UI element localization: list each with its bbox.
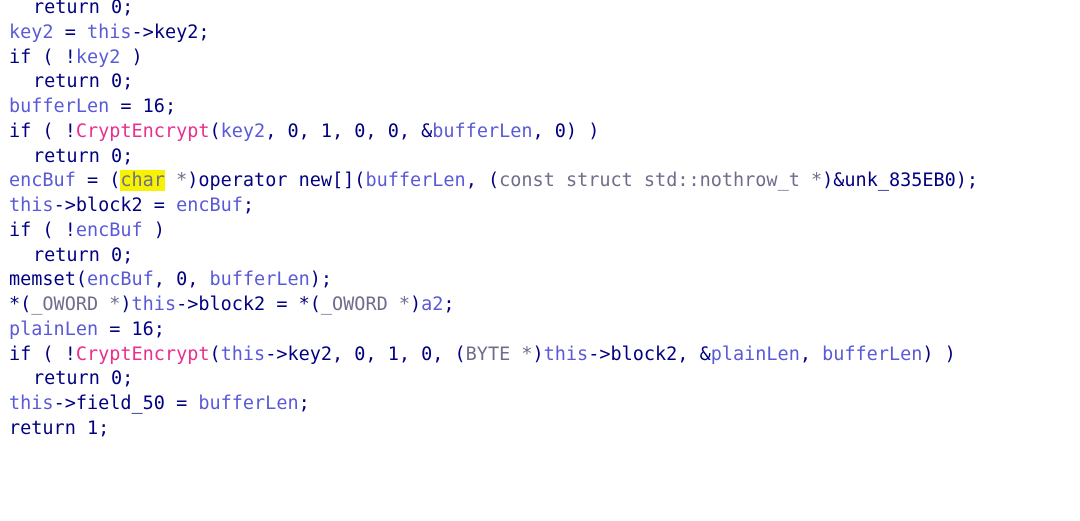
type-token[interactable]: const struct std::nothrow_t * <box>499 170 822 191</box>
code-token: )&unk_835EB0); <box>822 170 979 192</box>
code-line[interactable]: *(_OWORD *)this->block2 = *(_OWORD *)a2; <box>9 293 1075 318</box>
variable-token[interactable]: encBuf <box>76 220 143 241</box>
code-token: return 0; <box>33 145 134 167</box>
type-token[interactable]: _OWORD * <box>31 294 120 315</box>
code-token: = 16; <box>109 96 177 117</box>
code-token: *( <box>9 294 32 315</box>
code-token: , ( <box>465 170 500 192</box>
variable-token[interactable]: this <box>9 393 54 414</box>
variable-token[interactable]: a2 <box>421 294 443 315</box>
code-token: ; <box>242 195 255 216</box>
code-line[interactable]: return 0; <box>9 70 1075 95</box>
code-token: , 0, <box>153 269 210 291</box>
code-token: memset( <box>9 269 87 291</box>
variable-token[interactable]: encBuf <box>87 269 154 290</box>
code-token: ) ) <box>922 343 956 365</box>
variable-token[interactable]: bufferLen <box>822 344 922 365</box>
code-line[interactable]: if ( !encBuf ) <box>9 219 1075 244</box>
code-line[interactable]: return 0; <box>9 0 1075 21</box>
type-token[interactable]: BYTE * <box>466 344 533 365</box>
code-line[interactable]: this->field_50 = bufferLen; <box>9 392 1075 417</box>
code-token: , 0, 1, 0, 0, & <box>265 120 433 142</box>
code-line[interactable]: key2 = this->key2; <box>9 21 1075 46</box>
code-line[interactable]: return 0; <box>9 244 1075 269</box>
code-token: ) <box>120 46 143 68</box>
variable-token[interactable]: this <box>132 294 177 315</box>
code-token: if ( ! <box>9 219 76 241</box>
variable-token[interactable]: bufferLen <box>210 269 310 290</box>
code-token: ->key2; <box>131 21 210 43</box>
variable-token[interactable]: this <box>87 22 132 43</box>
code-token: ) <box>532 343 544 365</box>
code-token: ->block2 = <box>53 195 177 216</box>
code-token: )operator new[]( <box>187 170 366 192</box>
code-line[interactable]: if ( !key2 ) <box>9 46 1075 71</box>
code-token: ->block2, & <box>588 343 711 365</box>
code-token: ); <box>309 269 333 291</box>
code-line[interactable]: bufferLen = 16; <box>9 95 1075 120</box>
function-token[interactable]: CryptEncrypt <box>76 344 210 365</box>
variable-token[interactable]: bufferLen <box>365 170 465 191</box>
code-token: return 1; <box>9 417 110 439</box>
variable-token[interactable]: plainLen <box>711 344 800 365</box>
variable-token[interactable]: bufferLen <box>198 393 298 414</box>
code-token: = <box>53 21 87 43</box>
variable-token[interactable]: this <box>221 344 266 365</box>
type-token[interactable]: * <box>165 170 187 191</box>
variable-token[interactable]: key2 <box>221 121 266 142</box>
code-token: ; <box>298 393 310 414</box>
code-line[interactable]: return 0; <box>9 145 1075 170</box>
code-line[interactable]: this->block2 = encBuf; <box>9 194 1075 219</box>
code-token: ; <box>443 294 455 315</box>
code-line[interactable]: memset(encBuf, 0, bufferLen); <box>9 268 1075 293</box>
variable-token[interactable]: encBuf <box>9 170 76 191</box>
variable-token[interactable]: encBuf <box>176 195 243 216</box>
code-token: ( <box>209 343 221 365</box>
code-token: if ( ! <box>9 120 76 142</box>
code-token: ) <box>142 219 165 241</box>
highlighted-type-token[interactable]: char <box>120 170 165 192</box>
code-token: return 0; <box>33 71 134 93</box>
code-line[interactable]: if ( !CryptEncrypt(this->key2, 0, 1, 0, … <box>9 343 1075 368</box>
code-token: = 16; <box>98 318 165 340</box>
code-token: if ( ! <box>9 46 76 68</box>
variable-token[interactable]: plainLen <box>9 319 98 340</box>
code-token: return 0; <box>33 368 134 390</box>
code-token: , 0) ) <box>532 120 600 142</box>
code-token: return 0; <box>33 0 134 18</box>
code-line[interactable]: encBuf = (char *)operator new[](bufferLe… <box>9 169 1075 194</box>
code-token: return 0; <box>33 244 134 266</box>
variable-token[interactable]: this <box>544 344 589 365</box>
code-line[interactable]: if ( !CryptEncrypt(key2, 0, 1, 0, 0, &bu… <box>9 120 1075 145</box>
code-token: ) <box>120 294 132 315</box>
pseudocode-view[interactable]: return 0; key2 = this->key2; if ( !key2 ) r… <box>9 0 1075 442</box>
code-token: ->block2 = *( <box>176 294 321 315</box>
code-token: if ( ! <box>9 343 76 365</box>
code-token: ) <box>410 294 422 315</box>
code-token: = ( <box>75 170 121 192</box>
code-token: , <box>799 343 823 365</box>
code-token: ->key2, 0, 1, 0, ( <box>265 343 466 365</box>
variable-token[interactable]: this <box>9 195 54 216</box>
variable-token[interactable]: bufferLen <box>432 121 532 142</box>
variable-token[interactable]: bufferLen <box>9 96 109 117</box>
variable-token[interactable]: key2 <box>9 22 54 43</box>
function-token[interactable]: CryptEncrypt <box>76 121 210 142</box>
code-line[interactable]: return 1; <box>9 417 1075 442</box>
code-token: ->field_50 = <box>53 393 199 414</box>
variable-token[interactable]: key2 <box>76 47 121 68</box>
code-line[interactable]: plainLen = 16; <box>9 318 1075 343</box>
type-token[interactable]: _OWORD * <box>321 294 410 315</box>
code-token: ( <box>209 120 221 142</box>
code-line[interactable]: return 0; <box>9 367 1075 392</box>
